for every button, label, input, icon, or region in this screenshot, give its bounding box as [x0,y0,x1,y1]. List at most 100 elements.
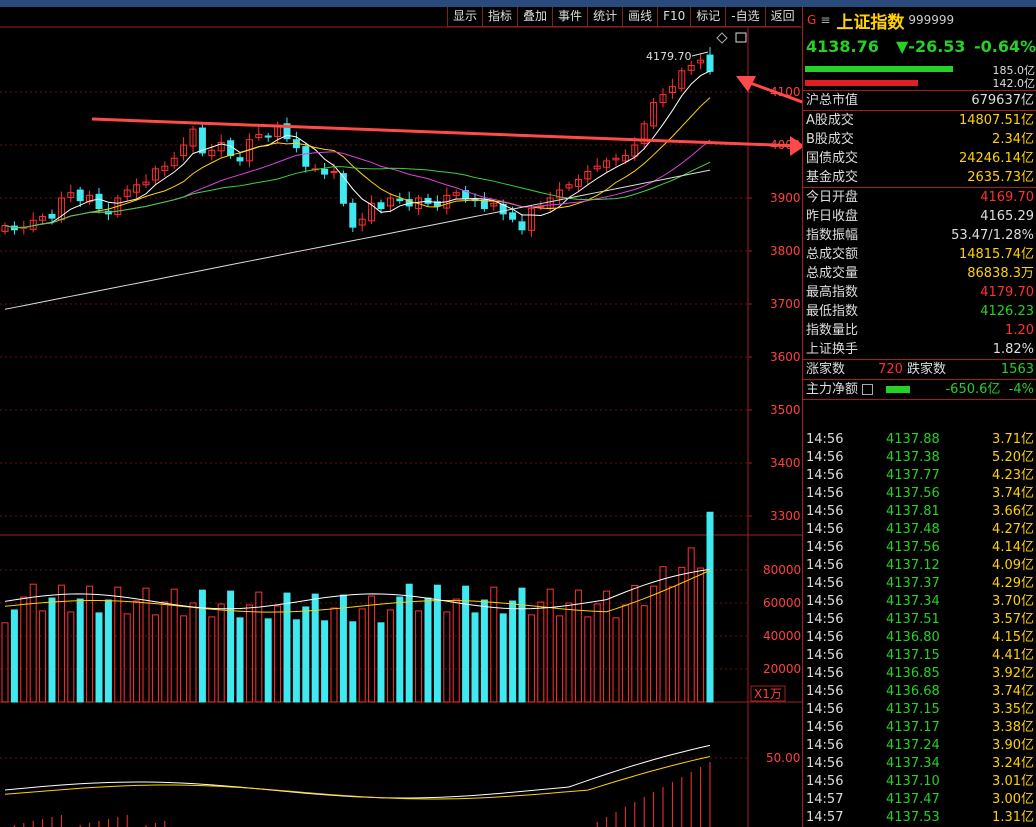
tick-row: 14:56 4137.37 4.29亿 [803,575,1036,593]
candle-body [339,173,347,204]
price-change-pct: -0.64% [974,37,1036,56]
main-flow-row: 主力净额 -650.6亿 -4% [803,380,1036,400]
stat-label: B股成交 [806,132,854,147]
volume-bar [20,596,28,703]
volume-bar [123,613,131,703]
price-change: ▼-26.53 [896,37,966,56]
stat-row: 沪总市值 679637亿 [803,91,1036,110]
volume-bar [546,588,554,703]
tick-row: 14:56 4137.81 3.66亿 [803,503,1036,521]
stat-label: 总成交额 [806,247,859,262]
volume-bar [443,611,451,703]
main-flow-pct: -4% [1008,382,1034,397]
trend-line [91,117,801,148]
tick-time: 14:56 [806,774,844,789]
stat-label: 沪总市值 [806,93,859,108]
market-cap-section: 沪总市值 679637亿 [803,91,1036,111]
toolbar-button-7[interactable]: 标记 [690,7,726,27]
tick-row: 14:56 4137.34 3.24亿 [803,755,1036,773]
volume-bar [39,610,47,703]
up-count-label: 涨家数 [806,362,846,377]
tick-time: 14:56 [806,666,844,681]
volume-bar [264,618,272,703]
dea-line [4,755,711,800]
volume-bar [678,566,686,703]
tick-time: 14:56 [806,738,844,753]
volume-bar [321,620,329,703]
tick-amount: 4.14亿 [992,540,1034,555]
tick-amount: 4.15亿 [992,630,1034,645]
volume-tick-label: 80000 [763,563,801,577]
index-name: 上证指数 [836,12,905,33]
stat-label: 基金成交 [806,170,859,185]
tick-price: 4137.10 [886,774,940,789]
tick-price: 4136.80 [886,630,940,645]
tick-list[interactable]: 14:56 4137.88 3.71亿 14:56 4137.38 5.20亿 14:56 4… [803,431,1036,827]
tick-row: 14:56 4136.85 3.92亿 [803,665,1036,683]
toolbar-button-3[interactable]: 事件 [552,7,588,27]
stat-value: 4126.23 [980,304,1034,319]
tick-price: 4136.85 [886,666,940,681]
toolbar-button-5[interactable]: 画线 [622,7,658,27]
tick-time: 14:56 [806,684,844,699]
volume-bar [396,596,404,703]
tick-price: 4137.48 [886,522,940,537]
tick-price: 4137.47 [886,792,940,807]
tick-row: 14:56 4137.10 3.01亿 [803,773,1036,791]
tick-time: 14:56 [806,468,844,483]
toolbar-button-2[interactable]: 叠加 [517,7,553,27]
list-icon[interactable] [862,384,874,395]
volume-tick-label: 40000 [763,629,801,643]
high-price-pointer [691,51,709,57]
volume-bar [95,612,103,703]
tick-row: 14:56 4137.77 4.23亿 [803,467,1036,485]
volume-bar [1,622,9,703]
volume-bar [621,604,629,703]
kline-chart[interactable]: 4100400039003800370036003500340033008000… [0,0,802,827]
stat-label: 最低指数 [806,304,859,319]
volume-bar [490,586,498,703]
stat-row: 指数量比 1.20 [803,321,1036,340]
volume-bar [283,592,291,703]
tick-row: 14:56 4136.80 4.15亿 [803,629,1036,647]
tick-time: 14:56 [806,612,844,627]
index-stats-section: 今日开盘 4169.70 昨日收盘 4165.29 指数振幅 53.47/1.28% 总成交… [803,188,1036,360]
stat-label: 总成交量 [806,266,859,281]
stat-label: 指数量比 [806,323,859,338]
menu-icon[interactable]: ≡ [820,13,830,27]
g-icon[interactable]: G [807,13,816,27]
ma10-line [4,97,711,229]
price-tick-label: 3900 [770,191,801,205]
diamond-icon [716,32,728,44]
stat-value: 4169.70 [980,190,1034,205]
volume-bar [245,604,253,703]
tick-row: 14:57 4137.53 1.31亿 [803,809,1036,827]
tick-row: 14:56 4136.68 3.74亿 [803,683,1036,701]
toolbar-button-8[interactable]: -自选 [725,7,765,27]
volume-bar [612,617,620,703]
toolbar-button-0[interactable]: 显示 [447,7,483,27]
tick-row: 14:56 4137.48 4.27亿 [803,521,1036,539]
toolbar-button-9[interactable]: 返回 [764,7,800,27]
stat-label: 国债成交 [806,151,859,166]
tick-time: 14:56 [806,594,844,609]
volume-bar [668,586,676,703]
stat-value: 679637亿 [971,93,1034,108]
toolbar-button-6[interactable]: F10 [657,7,691,27]
volume-bar [368,595,376,703]
toolbar-button-1[interactable]: 指标 [482,7,518,27]
stat-label: 指数振幅 [806,228,859,243]
volume-bar [358,608,366,703]
volume-bar [415,610,423,703]
price-tick-label: 3600 [770,350,801,364]
toolbar-button-4[interactable]: 统计 [587,7,623,27]
volume-bar [48,597,56,703]
tick-amount: 3.35亿 [992,702,1034,717]
price-tick-label: 3300 [770,509,801,523]
tick-price: 4137.12 [886,558,940,573]
volume-bar [161,601,169,703]
volume-bar [527,614,535,703]
candle-body [76,189,84,202]
candle-body [518,221,526,231]
breadth-row: 涨家数 720 跌家数 1563 [803,360,1036,380]
